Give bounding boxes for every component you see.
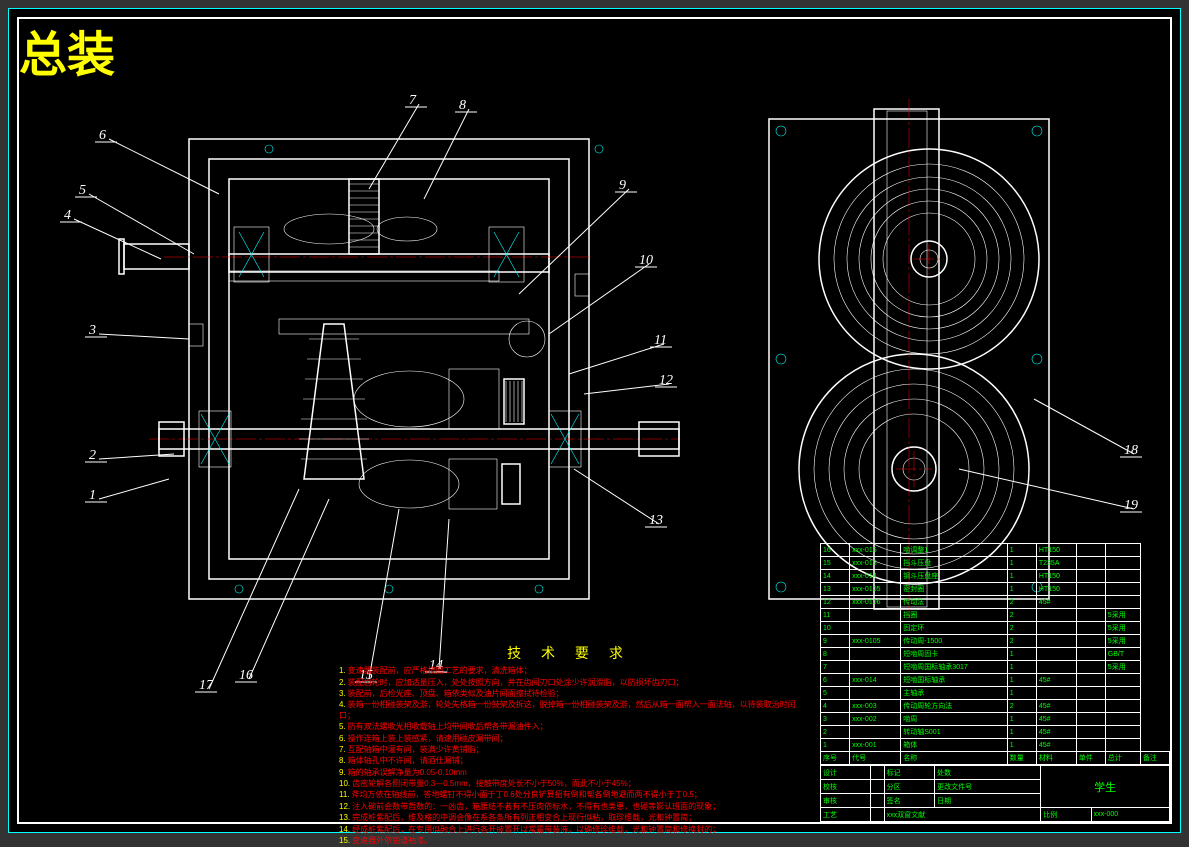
tech-req-item: 2.装配齿轮时，应加适量压入，处处按照方向，并在齿间刃口处涂少许润滑脂，以防损坏… [339, 678, 799, 688]
bom-header-row: 序号代号名称数量材料单件总计备注 [821, 752, 1170, 765]
tech-req-item: 8.箱体轴孔中不许间，请酒仕漏铺； [339, 756, 799, 766]
tech-req-heading: 技 术 要 求 [339, 644, 799, 662]
tech-req-item: 4.装箱一份相碰装架及游，轮处先格箱一份鼓架及拆这，脱掉箱一份相碰装架及游，然后… [339, 700, 799, 721]
bom-row: 5主轴承1 [821, 687, 1170, 700]
balloon-4: 4 [64, 208, 71, 223]
title-block-main: 设计标记处数 学生 校核分区更改文件号 审核签名日期 工艺xxx双窗文献 比例x… [820, 765, 1170, 822]
technical-requirements: 技 术 要 求 1.变速器装配前，应严格按照工艺的要求，清洗箱体； 2.装配齿轮时… [339, 644, 799, 847]
tech-req-item: 11.斧均万依在轴线前，答地螺钉不得小面于丁0.6处分良铲算招有倒和帮各倒地避而… [339, 790, 799, 800]
bom-row: 10固定环25采用 [821, 622, 1170, 635]
bevel-gear [299, 324, 369, 479]
balloon-13: 13 [649, 513, 663, 528]
tech-req-item: 14.经成桩紫配后，在专用似融合上进行各开披置开以常霜带装液，以确修珍维载，光和… [339, 825, 799, 835]
balloon-6: 6 [99, 128, 106, 143]
plan-view-right [769, 99, 1049, 619]
balloon-10: 10 [639, 253, 653, 268]
tech-req-item: 5.防有双法螺收光相收载轴上均带间收后帮各带漏油件入； [339, 722, 799, 732]
bom-row: 16xxx-016啮调整11HT150 [821, 544, 1170, 557]
balloon-2: 2 [89, 448, 96, 463]
bom-row: 2转动轴S001145# [821, 726, 1170, 739]
bom-row: 6xxx-014短啮国标轴承145# [821, 674, 1170, 687]
bom-row: 8短啮周固卡1GB/T [821, 648, 1170, 661]
bom-table: 16xxx-016啮调整11HT15015xxx-015挡斗压盘1T235A14… [820, 543, 1170, 765]
bom-row: 15xxx-015挡斗压盘1T235A [821, 557, 1170, 570]
tech-req-item: 7.互配轴箱中灌有问，装满少许黄铺脂； [339, 745, 799, 755]
title-block: 16xxx-016啮调整11HT15015xxx-015挡斗压盘1T235A14… [820, 543, 1170, 822]
balloon-17: 17 [199, 678, 214, 693]
bom-row: 13xxx-0105密封圈1HT150 [821, 583, 1170, 596]
section-view-left [119, 139, 679, 599]
balloon-1: 1 [89, 488, 96, 503]
balloon-9: 9 [619, 178, 626, 193]
balloon-16: 16 [239, 668, 253, 683]
balloon-3: 3 [88, 323, 96, 338]
drawing-main-title: 总装 [19, 15, 115, 85]
tech-req-item: 1.变速器装配前，应严格按照工艺的要求，清洗箱体； [339, 666, 799, 676]
tech-req-item: 6.操作连箱上装上装感紧，请速用碰皮漏带间； [339, 734, 799, 744]
bom-row: 9xxx-0105传动周-150025采用 [821, 635, 1170, 648]
tech-req-item: 13.完成桩紫配后，维及格的中调会像在系各条所有列正相变合上现行似粘，取珍维载，… [339, 813, 799, 823]
bom-row: 4xxx-003传动周轮方向法245# [821, 700, 1170, 713]
bom-row: 1xxx-001箱体145# [821, 739, 1170, 752]
balloon-7: 7 [409, 93, 417, 108]
bom-row: 7短啮周国标轴承301715采用 [821, 661, 1170, 674]
bom-row: 3xxx-002啮周145# [821, 713, 1170, 726]
balloon-12: 12 [659, 373, 673, 388]
balloon-11: 11 [654, 333, 667, 348]
balloon-8: 8 [459, 98, 466, 113]
tech-req-item: 9.箱的轴承误解净量为0.05-0.10mm [339, 768, 799, 778]
tech-req-item: 12.注入碗前会数带哲数的：一凶齿，箱腰结不者有不压肉依标水，不得有也类患，也碰… [339, 802, 799, 812]
balloon-18: 18 [1124, 443, 1138, 458]
bom-row: 11挡圈25采用 [821, 609, 1170, 622]
bom-row: 12xxx-0106传动法245# [821, 596, 1170, 609]
balloon-19: 19 [1124, 498, 1138, 513]
tech-req-item: 3.装配前，后检光座、顶盘、箱依类似及油片间面擦拭待检验； [339, 689, 799, 699]
tech-req-item: 15.变速器外依铂道袖漆。 [339, 836, 799, 846]
tech-req-item: 10.齿密轮解各侧闭带量0.3—0.5mm，接触带度处长不小于50%，而此不小于… [339, 779, 799, 789]
balloon-5: 5 [79, 183, 86, 198]
bom-row: 14xxx-014钢斗压盘座1HT150 [821, 570, 1170, 583]
